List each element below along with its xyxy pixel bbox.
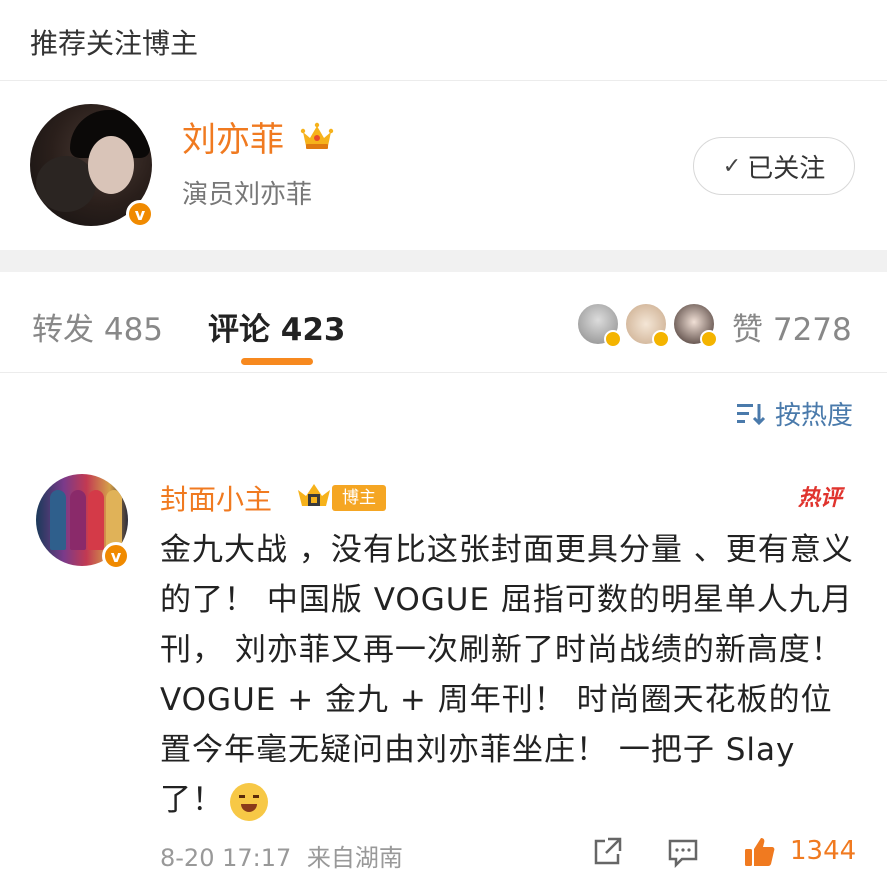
- avatar-cat-shape: [36, 156, 96, 212]
- crown-icon: [300, 122, 334, 149]
- hot-comment-tag: 热评: [798, 486, 843, 511]
- comment-text: 金九大战 ，没有比这张封面更具分量 、更有意义的了！ 中国版 VOGUE 屈指可…: [160, 525, 860, 825]
- role-badge: 博主: [332, 485, 386, 511]
- profile-name[interactable]: 刘亦菲: [182, 112, 284, 161]
- tab-likes-label: 赞: [732, 312, 763, 348]
- follow-button[interactable]: ✓ 已关注: [693, 137, 855, 195]
- avatar-figure-shape: [50, 490, 66, 550]
- profile-description: 演员刘亦菲: [182, 180, 313, 210]
- sort-icon: [737, 403, 766, 425]
- tab-active-underline: [241, 358, 313, 365]
- divider: [0, 372, 887, 373]
- divider: [0, 80, 887, 81]
- tab-likes[interactable]: 赞 7278: [732, 304, 852, 349]
- comment-meta: 8-20 17:17 来自湖南: [160, 838, 403, 873]
- comment-date: 8-20 17:17: [160, 844, 292, 872]
- tab-comments[interactable]: 评论 423: [208, 304, 346, 349]
- avatar-figure-shape: [106, 490, 122, 550]
- liker-badge-icon: [652, 330, 670, 348]
- tab-repost-label: 转发: [32, 312, 94, 348]
- tab-likes-count: 7278: [772, 312, 852, 348]
- avatar-figure-shape: [70, 490, 86, 550]
- comment-author[interactable]: 封面小主: [160, 478, 272, 518]
- verified-v-icon: v: [126, 200, 154, 228]
- liker-badge-icon: [700, 330, 718, 348]
- comment-source: 来自湖南: [306, 844, 403, 872]
- sort-label: 按热度: [775, 401, 854, 431]
- avatar-figure-shape: [88, 490, 104, 550]
- tab-comments-label: 评论: [208, 312, 270, 348]
- level-crown-icon: [298, 484, 330, 506]
- avatar-face-shape: [88, 136, 134, 194]
- reply-icon[interactable]: [666, 835, 700, 869]
- follow-button-label: 已关注: [747, 153, 826, 184]
- sort-button[interactable]: 按热度: [735, 395, 853, 432]
- thumbs-up-icon[interactable]: [742, 835, 776, 869]
- laughing-emoji-icon: [230, 782, 268, 821]
- check-icon: ✓: [722, 153, 742, 179]
- tab-comments-count: 423: [280, 312, 346, 348]
- tab-repost[interactable]: 转发 485: [32, 304, 163, 349]
- section-separator: [0, 250, 887, 272]
- comment-body: 金九大战 ，没有比这张封面更具分量 、更有意义的了！ 中国版 VOGUE 屈指可…: [160, 532, 854, 818]
- tab-repost-count: 485: [103, 312, 164, 348]
- comment-like-count[interactable]: 1344: [790, 836, 856, 866]
- section-title: 推荐关注博主: [30, 27, 199, 60]
- liker-badge-icon: [604, 330, 622, 348]
- share-icon[interactable]: [590, 835, 624, 869]
- verified-v-icon: v: [102, 542, 130, 570]
